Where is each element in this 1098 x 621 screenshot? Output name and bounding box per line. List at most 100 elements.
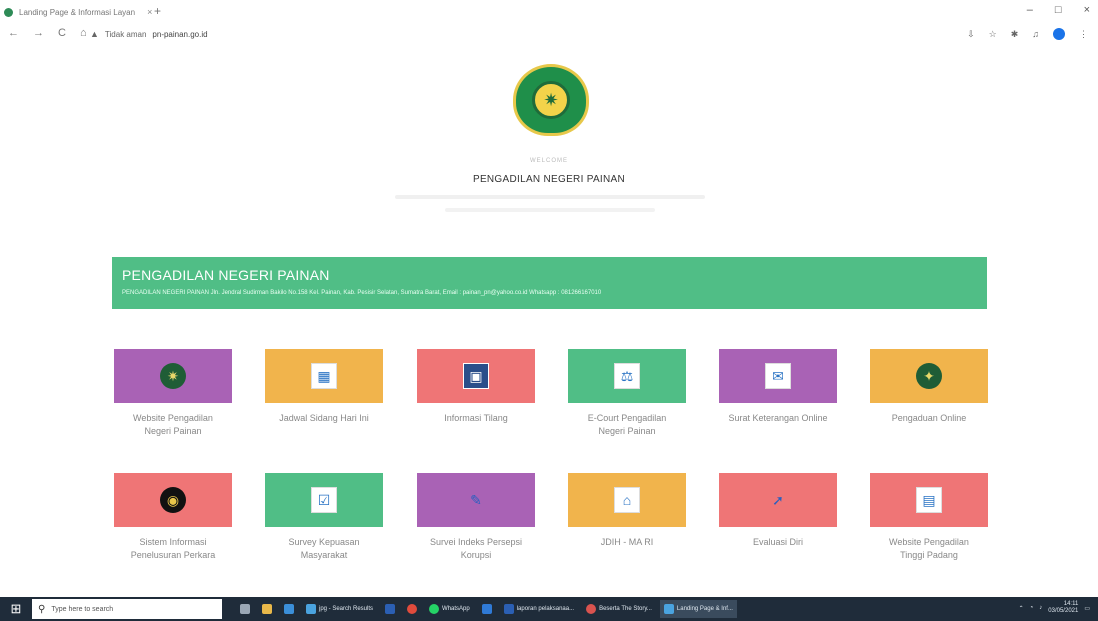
faint-text-line — [395, 195, 705, 199]
network-icon[interactable]: ◔ — [1030, 605, 1034, 611]
case-search-icon: ◉ — [160, 487, 186, 513]
close-window-icon[interactable]: × — [1084, 4, 1090, 16]
certificate-icon: ✉ — [765, 363, 791, 389]
faint-text-line — [445, 208, 655, 212]
browser-icon[interactable] — [280, 600, 298, 618]
court-logo-icon: ✷ — [160, 363, 186, 389]
new-tab-icon[interactable]: + — [154, 4, 161, 18]
tile-ecourt[interactable]: ⚖ — [568, 349, 686, 403]
tile-pengaduan-online[interactable]: ✦ — [870, 349, 988, 403]
windows-taskbar: ⊞ ⚲ Type here to search jpg - Search Res… — [0, 597, 1098, 621]
welcome-label: WELCOME — [529, 158, 568, 164]
ecourt-icon: ⚖ — [614, 363, 640, 389]
extension-icon[interactable]: ✱ — [1011, 29, 1019, 40]
home-icon[interactable]: ⌂ — [80, 27, 87, 39]
tile-evaluasi-diri[interactable]: ➚ — [719, 473, 837, 527]
security-label: Tidak aman — [104, 29, 147, 39]
whatsapp-icon — [429, 604, 440, 614]
tile-jadwal-sidang[interactable]: ▦ — [265, 349, 383, 403]
chrome-icon — [306, 604, 316, 614]
chrome-active-icon — [663, 604, 674, 614]
complaint-icon: ✦ — [916, 363, 942, 389]
extension-icons: ⇩ ☆ ✱ ♫ ⋮ — [967, 28, 1088, 40]
tile-label[interactable]: Website Pengadilan Tinggi Padang — [864, 536, 994, 562]
tile-label[interactable]: Surat Keterangan Online — [713, 412, 843, 425]
tray-chevron-icon[interactable]: ⌃ — [1019, 605, 1024, 612]
tile-label[interactable]: Survey Kepuasan Masyarakat — [259, 536, 389, 562]
warning-icon: ▲ — [90, 29, 99, 39]
tile-website-pengadilan-negeri[interactable]: ✷ — [114, 349, 232, 403]
maximize-icon[interactable]: □ — [1055, 4, 1062, 16]
high-court-icon: ▤ — [916, 487, 942, 513]
profile-avatar-icon[interactable] — [1053, 28, 1065, 40]
volume-icon[interactable]: ♪ — [1039, 605, 1042, 611]
reload-icon[interactable]: C — [58, 27, 66, 39]
self-evaluation-icon: ➚ — [772, 492, 784, 508]
task-view-icon[interactable] — [236, 600, 254, 618]
search-icon: ⚲ — [38, 603, 46, 615]
tab-close-icon[interactable]: × — [147, 7, 152, 17]
word-doc-icon — [503, 604, 514, 614]
system-tray: ⌃ ◔ ♪ 14:11 03/05/2021 ▭ — [1019, 601, 1090, 615]
url-text: pn-painan.go.id — [152, 29, 208, 39]
url-field[interactable]: ▲ Tidak aman pn-painan.go.id — [90, 29, 208, 39]
tile-label[interactable]: E-Court Pengadilan Negeri Painan — [562, 412, 692, 438]
browser2-icon — [586, 604, 597, 614]
tile-survei-korupsi[interactable]: ✎ — [417, 473, 535, 527]
tile-pengadilan-tinggi[interactable]: ▤ — [870, 473, 988, 527]
info-banner: PENGADILAN NEGERI PAINAN PENGADILAN NEGE… — [112, 257, 987, 309]
tile-survey-kepuasan[interactable]: ☑ — [265, 473, 383, 527]
window-controls: – □ × — [1027, 4, 1090, 16]
file-explorer-icon[interactable] — [258, 600, 276, 618]
taskbar-item[interactable]: laporan pelaksanaa... — [500, 600, 578, 618]
mail-icon[interactable] — [478, 600, 496, 618]
favicon-icon — [4, 7, 13, 17]
corruption-survey-icon: ✎ — [470, 492, 482, 508]
tile-jdih[interactable]: ⌂ — [568, 473, 686, 527]
court-emblem-logo: ✷ — [513, 64, 589, 136]
minimize-icon[interactable]: – — [1027, 4, 1033, 16]
menu-kebab-icon[interactable]: ⋮ — [1079, 29, 1088, 40]
tile-label[interactable]: Sistem Informasi Penelusuran Perkara — [108, 536, 238, 562]
address-bar: ← → C ⌂ ▲ Tidak aman pn-painan.go.id ⇩ ☆… — [0, 24, 1098, 46]
tile-surat-keterangan[interactable]: ✉ — [719, 349, 837, 403]
taskbar-apps: jpg - Search Results WhatsApp laporan pe… — [236, 600, 737, 618]
tile-label[interactable]: Pengaduan Online — [864, 412, 994, 425]
page-title: PENGADILAN NEGERI PAINAN — [472, 174, 626, 185]
tile-informasi-tilang[interactable]: ▣ — [417, 349, 535, 403]
browser-tab-bar: Landing Page & Informasi Layan × + – □ × — [0, 0, 1098, 24]
clock[interactable]: 14:11 03/05/2021 — [1048, 601, 1078, 615]
word-icon[interactable] — [381, 600, 399, 618]
banner-address: PENGADILAN NEGERI PAINAN Jln. Jendral Su… — [122, 290, 602, 296]
notification-icon[interactable]: ▭ — [1084, 605, 1090, 612]
survey-icon: ☑ — [311, 487, 337, 513]
browser-tab[interactable]: Landing Page & Informasi Layan × — [4, 3, 152, 21]
forward-icon[interactable]: → — [33, 27, 44, 39]
tile-label[interactable]: Informasi Tilang — [411, 412, 541, 425]
tile-label[interactable]: JDIH - MA RI — [562, 536, 692, 549]
taskbar-item[interactable]: WhatsApp — [425, 600, 474, 618]
taskbar-search-input[interactable]: ⚲ Type here to search — [32, 599, 222, 619]
nav-buttons: ← → C ⌂ — [8, 27, 87, 39]
banner-title: PENGADILAN NEGERI PAINAN — [122, 267, 330, 283]
windows-start-icon[interactable]: ⊞ — [8, 601, 24, 617]
jdih-icon: ⌂ — [614, 487, 640, 513]
calendar-icon: ▦ — [311, 363, 337, 389]
tab-title: Landing Page & Informasi Layan — [19, 7, 136, 17]
emblem-center-icon: ✷ — [532, 81, 570, 119]
tile-label[interactable]: Evaluasi Diri — [713, 536, 843, 549]
tile-label[interactable]: Jadwal Sidang Hari Ini — [259, 412, 389, 425]
chrome-profile-icon[interactable] — [403, 600, 421, 618]
bookmark-star-icon[interactable]: ☆ — [989, 29, 997, 40]
back-icon[interactable]: ← — [8, 27, 19, 39]
tile-label[interactable]: Survei Indeks Persepsi Korupsi — [411, 536, 541, 562]
taskbar-item-active[interactable]: Landing Page & Inf... — [659, 600, 737, 618]
traffic-ticket-icon: ▣ — [463, 363, 489, 389]
taskbar-item[interactable]: Beserta The Story... — [582, 600, 656, 618]
search-placeholder: Type here to search — [51, 605, 114, 613]
media-icon[interactable]: ♫ — [1032, 29, 1039, 39]
tile-label[interactable]: Website Pengadilan Negeri Painan — [108, 412, 238, 438]
download-icon[interactable]: ⇩ — [967, 29, 975, 40]
tile-sipp[interactable]: ◉ — [114, 473, 232, 527]
taskbar-item[interactable]: jpg - Search Results — [302, 600, 377, 618]
